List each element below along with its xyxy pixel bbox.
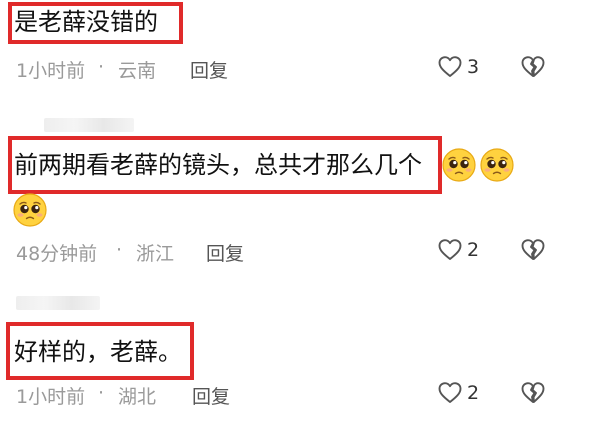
reply-button[interactable]: 回复 [192, 382, 230, 409]
like-count: 2 [467, 382, 480, 404]
comment-3: 好样的，老薛。 1小时前 · 湖北 回复 2 [0, 0, 600, 434]
comment-time: 1小时前 [16, 386, 86, 408]
blurred-username [16, 296, 100, 310]
comment-location: 湖北 [118, 386, 157, 408]
meta-separator: · [98, 382, 105, 404]
broken-heart-icon[interactable] [520, 380, 546, 406]
comment-text: 好样的，老薛。 [14, 338, 182, 366]
heart-outline-icon[interactable] [437, 380, 463, 406]
